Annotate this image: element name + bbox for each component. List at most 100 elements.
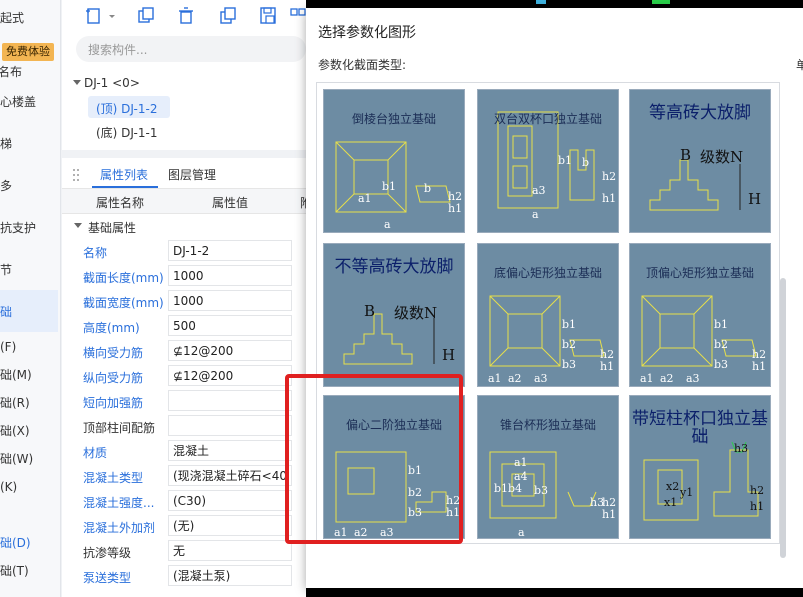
property-row[interactable]: 材质 混凝土 [62,439,308,464]
dialog-subtitle: 参数化截面类型: [318,58,407,72]
property-value[interactable]: 1000 [168,290,292,311]
dimension-label: a [384,218,391,231]
property-name: 短向加强筋 [83,396,144,410]
dialog-right-label: 单 [796,58,803,72]
left-navigation: 免费体验 起式 名布 心楼盖 梯 多 抗支护 节 础 (F) 础(M) 础(R)… [0,0,61,597]
shape-title: 倒棱台独立基础 [351,112,436,126]
free-trial-badge[interactable]: 免费体验 [2,43,54,61]
property-name: 混凝土强度... [83,496,155,510]
delete-button[interactable] [174,5,198,27]
property-row[interactable]: 混凝土强度... (C30) [62,489,308,514]
dimension-label: x2 [666,480,680,493]
property-value[interactable]: ⊈12@200 [168,365,292,386]
canvas-mark [652,0,670,4]
property-row[interactable]: 顶部柱间配筋 [62,414,308,439]
property-value[interactable]: ⊈12@200 [168,340,292,361]
property-row[interactable]: 截面宽度(mm) 1000 [62,289,308,314]
more-button[interactable] [286,5,308,27]
property-row[interactable]: 混凝土类型 (现浇混凝土碎石<40 [62,464,308,489]
dimension-label: b [582,156,590,169]
property-name: 泵送类型 [83,571,132,585]
drag-handle-icon[interactable] [72,168,80,182]
property-row[interactable]: 名称 DJ-1-2 [62,239,308,264]
tree-item-top[interactable]: (顶) DJ-1-2 [96,100,157,117]
property-value[interactable]: 混凝土 [168,440,292,461]
save-button[interactable] [256,5,280,27]
property-row[interactable]: 泵送类型 (混凝土泵) [62,564,308,589]
property-value[interactable]: (现浇混凝土碎石<40 [168,465,292,486]
property-value[interactable] [168,390,292,411]
header-name: 属性名称 [96,196,145,210]
property-value[interactable]: (C30) [168,490,292,511]
nav-item[interactable]: 础(R) [0,391,60,415]
nav-item[interactable]: 起式 [0,6,60,30]
property-row[interactable]: 短向加强筋 [62,389,308,414]
tree-expand-icon[interactable] [72,77,82,91]
tab-layers[interactable]: 图层管理 [168,166,216,183]
shape-cell[interactable]: 带短柱杯口独立基础 x2 x1 y1 h3 h2 h1 [629,395,771,539]
search-input[interactable]: 搜索构件... [76,36,306,62]
nav-item-active[interactable]: 础(D) [0,531,60,555]
property-value[interactable]: (混凝土泵) [168,565,292,586]
trash-icon [179,7,193,24]
shape-cell[interactable]: 不等高砖大放脚 B 级数N H [323,243,465,387]
property-row[interactable]: 抗渗等级 无 [62,539,308,564]
shape-cell[interactable]: 等高砖大放脚 B 级数N H [629,89,771,233]
duplicate-icon [220,7,236,24]
property-value[interactable]: DJ-1-2 [168,240,292,261]
nav-item[interactable]: 心楼盖 [0,90,60,114]
nav-item-foundation[interactable]: 础 [0,300,60,324]
property-name: 混凝土外加剂 [83,521,156,535]
dimension-label: B [364,302,376,320]
property-value[interactable]: (无) [168,515,292,536]
property-value[interactable]: 无 [168,540,292,561]
property-row[interactable]: 混凝土外加剂 (无) [62,514,308,539]
property-row[interactable]: 纵向受力筋 ⊈12@200 [62,364,308,389]
shape-title: 顶偏心矩形独立基础 [645,266,754,280]
copy-button[interactable] [134,5,158,27]
component-toolbar [62,0,308,34]
nav-item[interactable]: 础(X) [0,419,60,443]
nav-item[interactable]: 名布 [0,60,58,84]
dimension-label: a1 [514,456,528,469]
tree-item-bottom[interactable]: (底) DJ-1-1 [96,124,157,141]
dimension-label: a [518,526,525,539]
dimension-label: h1 [750,500,765,513]
chevron-down-icon [109,15,115,18]
new-component-button[interactable] [82,5,106,27]
property-name: 横向受力筋 [83,346,144,360]
property-value[interactable]: 500 [168,315,292,336]
save-icon [260,7,276,24]
dimension-label: a1 [488,372,502,385]
duplicate-button[interactable] [216,5,240,27]
new-dropdown-button[interactable] [106,5,118,27]
shape-cell[interactable]: 锥台杯形独立基础 a1 a4 b1 b4 b3 a h3 h2 h1 [477,395,619,539]
group-row[interactable]: 基础属性 [62,214,308,239]
shape-cell[interactable]: 倒棱台独立基础 b1 a1 a b h2 h1 [323,89,465,233]
search-placeholder: 搜索构件... [88,43,148,57]
shape-cell[interactable]: 双台双杯口独立基础 b1 a3 b h2 h1 a [477,89,619,233]
dimension-label: h1 [602,192,617,205]
tree-root[interactable]: DJ-1 <0> [84,76,140,90]
nav-item[interactable]: 节 [0,258,60,282]
property-value[interactable]: 1000 [168,265,292,286]
property-row[interactable]: 高度(mm) 500 [62,314,308,339]
nav-item[interactable]: 础(T) [0,559,60,583]
shape-cell[interactable]: 底偏心矩形独立基础 b1 b2 b3 a1 a2 a3 h2 h1 [477,243,619,387]
property-row[interactable]: 横向受力筋 ⊈12@200 [62,339,308,364]
group-label: 基础属性 [88,221,137,235]
nav-item[interactable]: (F) [0,335,60,359]
shape-cell[interactable]: 顶偏心矩形独立基础 b1 b2 b3 a1 a2 a3 h2 h1 [629,243,771,387]
nav-item[interactable]: 抗支护 [0,216,60,240]
property-value[interactable] [168,415,292,436]
tab-properties[interactable]: 属性列表 [100,166,148,183]
property-row[interactable]: 截面长度(mm) 1000 [62,264,308,289]
scrollbar-thumb[interactable] [780,278,786,558]
nav-item[interactable]: 础(W) [0,447,60,471]
nav-item[interactable]: 础(M) [0,363,60,387]
nav-item[interactable]: (K) [0,475,60,499]
nav-item[interactable]: 梯 [0,132,60,156]
dimension-label: 级数N [394,304,438,322]
shape-title: 等高砖大放脚 [649,103,751,123]
nav-item[interactable]: 多 [0,174,60,198]
